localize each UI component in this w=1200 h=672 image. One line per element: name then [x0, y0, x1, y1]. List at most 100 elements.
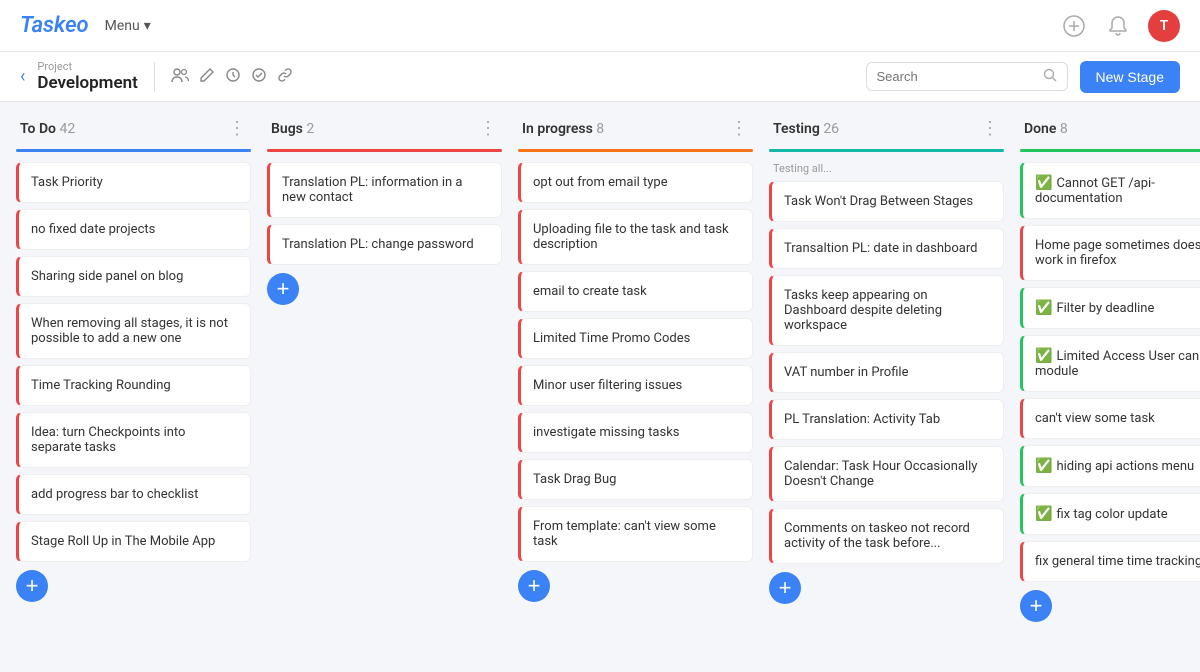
project-name: Development: [37, 73, 137, 93]
card-text: Idea: turn Checkpoints into separate tas…: [31, 425, 185, 455]
list-item[interactable]: add progress bar to checklist: [16, 474, 251, 515]
column-todo: To Do 42 ⋮ Task Priority no fixed date pr…: [16, 118, 251, 602]
list-item[interactable]: Translation PL: information in a new con…: [267, 162, 502, 218]
list-item[interactable]: Stage Roll Up in The Mobile App: [16, 521, 251, 562]
list-item[interactable]: ✅Cannot GET /api-documentation: [1020, 162, 1200, 219]
add-card-button-testing[interactable]: +: [769, 572, 801, 604]
add-card-button-done[interactable]: +: [1020, 590, 1052, 622]
column-bar-testing: [769, 149, 1004, 152]
search-box[interactable]: [866, 62, 1068, 91]
add-card-button-inprogress[interactable]: +: [518, 570, 550, 602]
column-header-testing: Testing 26 ⋮: [769, 118, 1004, 149]
search-input[interactable]: [877, 69, 1037, 84]
list-item[interactable]: can't view some task: [1020, 398, 1200, 439]
cards-bugs: Translation PL: information in a new con…: [267, 162, 502, 265]
list-item[interactable]: Minor user filtering issues: [518, 365, 753, 406]
column-title-todo: To Do 42: [20, 121, 75, 137]
list-item[interactable]: opt out from email type: [518, 162, 753, 203]
card-text: Time Tracking Rounding: [31, 378, 171, 393]
list-item[interactable]: ✅hiding api actions menu: [1020, 445, 1200, 487]
list-item[interactable]: Task Drag Bug: [518, 459, 753, 500]
card-text: Cannot GET /api-documentation: [1035, 176, 1155, 206]
avatar[interactable]: T: [1148, 10, 1180, 42]
column-header-inprogress: In progress 8 ⋮: [518, 118, 753, 149]
add-card-button-todo[interactable]: +: [16, 570, 48, 602]
team-icon[interactable]: [171, 67, 189, 87]
card-text: Sharing side panel on blog: [31, 269, 183, 284]
column-header-done: Done 8 ⋮: [1020, 118, 1200, 149]
list-item[interactable]: From template: can't view some task: [518, 506, 753, 562]
link-icon[interactable]: [277, 67, 293, 87]
card-text: can't view some task: [1035, 411, 1155, 426]
list-item[interactable]: email to create task: [518, 271, 753, 312]
list-item[interactable]: ✅Filter by deadline: [1020, 287, 1200, 329]
column-header-todo: To Do 42 ⋮: [16, 118, 251, 149]
list-item[interactable]: Transaltion PL: date in dashboard: [769, 228, 1004, 269]
check-circle-icon[interactable]: [251, 67, 267, 87]
column-menu-todo[interactable]: ⋮: [228, 118, 247, 139]
column-bar-inprogress: [518, 149, 753, 152]
card-text: email to create task: [533, 284, 647, 299]
card-text: From template: can't view some task: [533, 519, 716, 549]
card-text: Calendar: Task Hour Occasionally Doesn't…: [784, 459, 977, 489]
menu-button[interactable]: Menu ▾: [105, 18, 151, 34]
list-item[interactable]: Task Priority: [16, 162, 251, 203]
column-bar-todo: [16, 149, 251, 152]
column-menu-bugs[interactable]: ⋮: [479, 118, 498, 139]
list-item[interactable]: investigate missing tasks: [518, 412, 753, 453]
back-button[interactable]: ‹: [20, 66, 25, 87]
card-text: fix general time time tracking...: [1035, 554, 1200, 569]
column-title-inprogress: In progress 8: [522, 121, 604, 137]
card-text: fix tag color update: [1056, 507, 1167, 522]
column-testing: Testing 26 ⋮ Testing all...Task Won't Dr…: [769, 118, 1004, 604]
card-text: add progress bar to checklist: [31, 487, 198, 502]
add-icon[interactable]: [1060, 12, 1088, 40]
list-item[interactable]: PL Translation: Activity Tab: [769, 399, 1004, 440]
list-item[interactable]: Time Tracking Rounding: [16, 365, 251, 406]
add-card-button-bugs[interactable]: +: [267, 273, 299, 305]
edit-icon[interactable]: [199, 67, 215, 87]
list-item[interactable]: ✅Limited Access User can edit module: [1020, 335, 1200, 392]
list-item[interactable]: Calendar: Task Hour Occasionally Doesn't…: [769, 446, 1004, 502]
list-item[interactable]: no fixed date projects: [16, 209, 251, 250]
cards-done: ✅Cannot GET /api-documentation Home page …: [1020, 162, 1200, 582]
list-item[interactable]: Tasks keep appearing on Dashboard despit…: [769, 275, 1004, 346]
new-stage-button[interactable]: New Stage: [1080, 61, 1180, 93]
column-title-bugs: Bugs 2: [271, 121, 314, 137]
list-item[interactable]: Translation PL: change password: [267, 224, 502, 265]
card-text: Limited Time Promo Codes: [533, 331, 690, 346]
card-text: Home page sometimes doesn't work in fire…: [1035, 238, 1200, 268]
list-item[interactable]: ✅fix tag color update: [1020, 493, 1200, 535]
card-text: Limited Access User can edit module: [1035, 349, 1200, 379]
column-menu-testing[interactable]: ⋮: [981, 118, 1000, 139]
card-text: Task Priority: [31, 175, 103, 190]
notifications-icon[interactable]: [1104, 12, 1132, 40]
column-bugs: Bugs 2 ⋮ Translation PL: information in …: [267, 118, 502, 305]
card-text: Minor user filtering issues: [533, 378, 682, 393]
cards-testing: Task Won't Drag Between Stages Transaltio…: [769, 181, 1004, 564]
list-item[interactable]: VAT number in Profile: [769, 352, 1004, 393]
card-text: Filter by deadline: [1056, 301, 1154, 316]
card-text: Translation PL: change password: [282, 237, 474, 252]
list-item[interactable]: When removing all stages, it is not poss…: [16, 303, 251, 359]
card-text: Translation PL: information in a new con…: [282, 175, 462, 205]
list-item[interactable]: fix general time time tracking...: [1020, 541, 1200, 582]
list-item[interactable]: Idea: turn Checkpoints into separate tas…: [16, 412, 251, 468]
column-bar-done: [1020, 149, 1200, 152]
list-item[interactable]: Task Won't Drag Between Stages: [769, 181, 1004, 222]
card-text: hiding api actions menu: [1056, 459, 1194, 474]
list-item[interactable]: Uploading file to the task and task desc…: [518, 209, 753, 265]
list-item[interactable]: Comments on taskeo not record activity o…: [769, 508, 1004, 564]
list-item[interactable]: Home page sometimes doesn't work in fire…: [1020, 225, 1200, 281]
list-item[interactable]: Sharing side panel on blog: [16, 256, 251, 297]
cards-inprogress: opt out from email type Uploading file to…: [518, 162, 753, 562]
clock-icon[interactable]: [225, 67, 241, 87]
header: Taskeo Menu ▾ T: [0, 0, 1200, 52]
list-item[interactable]: Limited Time Promo Codes: [518, 318, 753, 359]
column-title-testing: Testing 26: [773, 121, 839, 137]
separator: [154, 62, 155, 92]
column-menu-inprogress[interactable]: ⋮: [730, 118, 749, 139]
column-title-done: Done 8: [1024, 121, 1068, 137]
card-text: no fixed date projects: [31, 222, 155, 237]
search-icon: [1043, 67, 1057, 86]
